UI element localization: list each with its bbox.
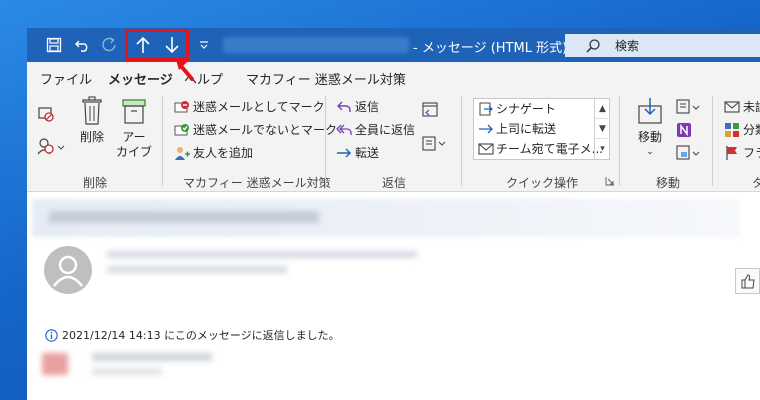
mcafee-group-label: マカフィー 迷惑メール対策 [183,176,331,190]
move-label: 移動 [637,130,662,144]
delete-label: 削除 [79,130,104,144]
quick-step-item[interactable]: 上司に転送 [478,120,556,137]
spam-mark-icon [174,100,189,112]
undo-icon[interactable] [71,33,95,57]
rules-icon[interactable] [675,98,701,116]
more-respond-icon[interactable] [421,134,447,152]
thumbs-up-icon [741,274,755,289]
forward-to-manager-icon [479,124,493,133]
like-button[interactable] [735,268,760,294]
categorize-label: 分類 [743,123,760,137]
group-separator [461,96,462,186]
forward-button[interactable]: 転送 [336,144,379,161]
follow-up-label: フラ [743,146,760,160]
quick-step-item[interactable]: シナゲート [478,100,556,117]
move-to-folder-icon [479,102,493,115]
mark-unread-button[interactable]: 未読 [724,98,760,115]
forward-icon [337,148,351,157]
team-email-icon [478,142,494,155]
scroll-down-icon[interactable]: ▼ [595,119,610,139]
add-friend-label: 友人を追加 [193,146,254,160]
group-separator [619,96,620,186]
move-icon [638,98,662,124]
quick-steps-gallery[interactable]: シナゲート 上司に転送 チーム宛て電子メ... ▲ ▼ ▾ [473,98,610,160]
add-friend-icon [175,146,190,160]
ignore-icon[interactable] [37,105,55,123]
reply-label: 返信 [355,100,380,114]
trash-icon [82,96,102,125]
title-sender-blurred [223,37,409,53]
mark-not-spam-label: 迷惑メールでないとマーク [193,123,338,137]
reply-all-label: 全員に返信 [355,123,416,137]
outlook-message-window: - メッセージ (HTML 形式) 検索 ファイル メッセージ ヘルプ マカフィ… [27,28,760,400]
customize-qat-icon[interactable] [192,33,216,57]
not-spam-mark-icon [174,123,189,135]
archive-label-line1: アー [122,130,146,144]
group-separator [712,96,713,186]
mark-spam-label: 迷惑メールとしてマーク [193,100,325,114]
quick-steps-scroll[interactable]: ▲ ▼ ▾ [594,99,610,159]
categorize-icon [725,122,739,137]
quick-step-item[interactable]: チーム宛て電子メ... [478,140,603,157]
tab-mcafee[interactable]: マカフィー 迷惑メール対策 [246,69,406,88]
respond-group-label: 返信 [382,176,407,190]
quick-step-label: チーム宛て電子メ... [496,142,604,156]
red-pointer-arrow [176,60,194,81]
search-icon [586,38,600,53]
reply-all-button[interactable]: 全員に返信 [336,121,415,138]
actions-icon[interactable] [675,144,701,162]
mark-spam-button[interactable]: 迷惑メールとしてマーク [174,98,325,115]
reply-all-icon [336,124,352,135]
info-icon [45,328,58,342]
archive-button[interactable]: アー カイブ [116,96,152,160]
delete-button[interactable]: 削除 [77,96,107,145]
person-icon [53,255,83,287]
mark-unread-label: 未読 [743,100,760,114]
dialog-launcher-icon[interactable] [605,176,615,186]
reply-button[interactable]: 返信 [336,98,379,115]
group-separator [325,96,326,186]
gallery-more-icon[interactable]: ▾ [595,139,610,159]
reply-info-bar: 2021/12/14 14:13 にこのメッセージに返信しました。 [45,327,340,343]
ribbon-tabs: ファイル メッセージ ヘルプ マカフィー 迷惑メール対策 [27,62,760,94]
scroll-up-icon[interactable]: ▲ [595,99,610,119]
search-input[interactable]: 検索 [565,34,760,57]
redo-icon[interactable] [97,33,121,57]
group-separator [162,96,163,186]
message-reading-pane: 2021/12/14 14:13 にこのメッセージに返信しました。 [27,193,760,400]
reply-info-text: 2021/12/14 14:13 にこのメッセージに返信しました。 [62,329,340,342]
flag-icon [726,145,737,160]
reply-icon [337,101,351,112]
search-label: 検索 [615,39,640,53]
quick-step-label: シナゲート [496,102,557,116]
save-icon[interactable] [42,33,66,57]
ribbon: 削除 アー カイブ 削除 迷惑メールとしてマーク 迷惑メールでないとマーク 友人… [27,90,760,192]
quick-steps-group-label: クイック操作 [506,176,579,190]
sender-info-blurred [107,251,427,281]
meeting-reply-icon[interactable] [421,100,441,118]
title-bar: - メッセージ (HTML 形式) 検索 [27,28,760,62]
move-dropdown-icon: ⌄ [646,147,654,157]
archive-icon [122,99,146,124]
onenote-icon[interactable] [675,121,693,139]
delete-group-label: 削除 [83,176,108,190]
cleanup-icon[interactable] [37,137,65,155]
avatar [44,246,92,294]
move-button[interactable]: 移動 ⌄ [631,96,669,160]
move-group-label: 移動 [656,176,681,190]
tab-file[interactable]: ファイル [40,69,92,88]
tags-group-label: タ [752,176,760,190]
unread-envelope-icon [724,100,740,113]
attachment-blurred [32,343,252,387]
follow-up-button[interactable]: フラ [724,144,760,161]
subject-text-blurred [49,211,319,223]
archive-label-line2: カイブ [116,145,153,159]
categorize-button[interactable]: 分類 [724,121,760,138]
forward-label: 転送 [355,146,380,160]
tab-message[interactable]: メッセージ [108,69,173,94]
quick-step-label: 上司に転送 [496,122,557,136]
window-title: - メッセージ (HTML 形式) [413,41,568,56]
add-friend-button[interactable]: 友人を追加 [174,144,253,161]
mark-not-spam-button[interactable]: 迷惑メールでないとマーク [174,121,337,138]
